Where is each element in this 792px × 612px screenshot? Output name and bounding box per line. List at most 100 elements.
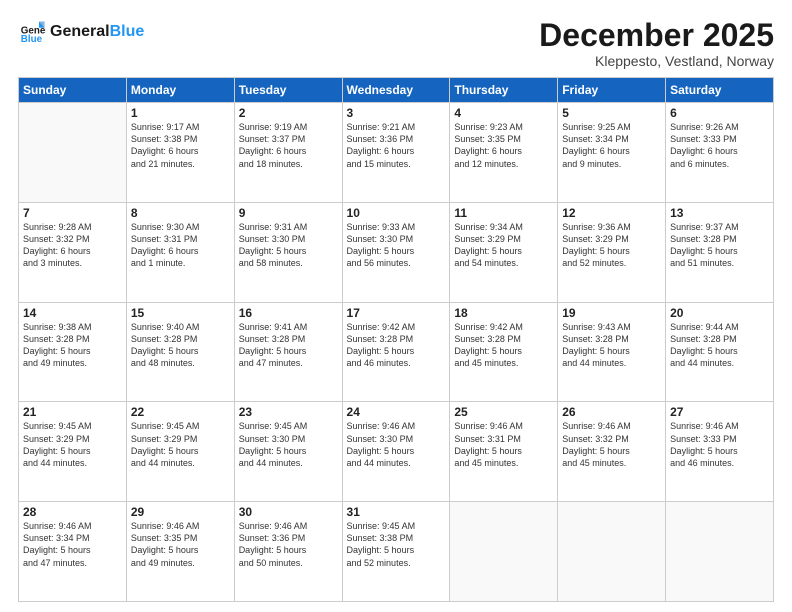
day-number: 3: [347, 106, 446, 120]
day-number: 6: [670, 106, 769, 120]
day-info: Sunrise: 9:45 AM Sunset: 3:29 PM Dayligh…: [23, 420, 122, 469]
day-cell: 4Sunrise: 9:23 AM Sunset: 3:35 PM Daylig…: [450, 103, 558, 203]
page: General Blue GeneralBlue December 2025 K…: [0, 0, 792, 612]
logo: General Blue GeneralBlue: [18, 18, 144, 46]
day-cell: [19, 103, 127, 203]
day-cell: 28Sunrise: 9:46 AM Sunset: 3:34 PM Dayli…: [19, 502, 127, 602]
calendar-table: Sunday Monday Tuesday Wednesday Thursday…: [18, 77, 774, 602]
day-cell: 26Sunrise: 9:46 AM Sunset: 3:32 PM Dayli…: [558, 402, 666, 502]
day-number: 29: [131, 505, 230, 519]
col-sunday: Sunday: [19, 78, 127, 103]
day-info: Sunrise: 9:43 AM Sunset: 3:28 PM Dayligh…: [562, 321, 661, 370]
header-row: Sunday Monday Tuesday Wednesday Thursday…: [19, 78, 774, 103]
day-number: 5: [562, 106, 661, 120]
day-cell: [558, 502, 666, 602]
day-cell: [666, 502, 774, 602]
day-info: Sunrise: 9:31 AM Sunset: 3:30 PM Dayligh…: [239, 221, 338, 270]
day-info: Sunrise: 9:46 AM Sunset: 3:31 PM Dayligh…: [454, 420, 553, 469]
day-cell: 9Sunrise: 9:31 AM Sunset: 3:30 PM Daylig…: [234, 202, 342, 302]
logo-icon: General Blue: [18, 18, 46, 46]
day-cell: 29Sunrise: 9:46 AM Sunset: 3:35 PM Dayli…: [126, 502, 234, 602]
day-cell: 3Sunrise: 9:21 AM Sunset: 3:36 PM Daylig…: [342, 103, 450, 203]
svg-text:Blue: Blue: [21, 34, 43, 45]
day-number: 27: [670, 405, 769, 419]
calendar-body: 1Sunrise: 9:17 AM Sunset: 3:38 PM Daylig…: [19, 103, 774, 602]
day-info: Sunrise: 9:37 AM Sunset: 3:28 PM Dayligh…: [670, 221, 769, 270]
day-cell: 5Sunrise: 9:25 AM Sunset: 3:34 PM Daylig…: [558, 103, 666, 203]
day-number: 20: [670, 306, 769, 320]
day-info: Sunrise: 9:26 AM Sunset: 3:33 PM Dayligh…: [670, 121, 769, 170]
day-number: 15: [131, 306, 230, 320]
day-cell: 16Sunrise: 9:41 AM Sunset: 3:28 PM Dayli…: [234, 302, 342, 402]
col-tuesday: Tuesday: [234, 78, 342, 103]
day-cell: 12Sunrise: 9:36 AM Sunset: 3:29 PM Dayli…: [558, 202, 666, 302]
day-info: Sunrise: 9:46 AM Sunset: 3:32 PM Dayligh…: [562, 420, 661, 469]
header: General Blue GeneralBlue December 2025 K…: [18, 18, 774, 69]
day-cell: 21Sunrise: 9:45 AM Sunset: 3:29 PM Dayli…: [19, 402, 127, 502]
logo-text-block: GeneralBlue: [50, 23, 144, 41]
day-cell: 1Sunrise: 9:17 AM Sunset: 3:38 PM Daylig…: [126, 103, 234, 203]
day-info: Sunrise: 9:46 AM Sunset: 3:30 PM Dayligh…: [347, 420, 446, 469]
col-wednesday: Wednesday: [342, 78, 450, 103]
day-cell: 23Sunrise: 9:45 AM Sunset: 3:30 PM Dayli…: [234, 402, 342, 502]
week-row-4: 28Sunrise: 9:46 AM Sunset: 3:34 PM Dayli…: [19, 502, 774, 602]
day-number: 11: [454, 206, 553, 220]
day-number: 22: [131, 405, 230, 419]
title-block: December 2025 Kleppesto, Vestland, Norwa…: [539, 18, 774, 69]
week-row-0: 1Sunrise: 9:17 AM Sunset: 3:38 PM Daylig…: [19, 103, 774, 203]
day-info: Sunrise: 9:42 AM Sunset: 3:28 PM Dayligh…: [347, 321, 446, 370]
day-number: 25: [454, 405, 553, 419]
day-info: Sunrise: 9:44 AM Sunset: 3:28 PM Dayligh…: [670, 321, 769, 370]
day-cell: 22Sunrise: 9:45 AM Sunset: 3:29 PM Dayli…: [126, 402, 234, 502]
day-number: 1: [131, 106, 230, 120]
day-number: 14: [23, 306, 122, 320]
day-cell: 19Sunrise: 9:43 AM Sunset: 3:28 PM Dayli…: [558, 302, 666, 402]
day-info: Sunrise: 9:46 AM Sunset: 3:34 PM Dayligh…: [23, 520, 122, 569]
day-number: 2: [239, 106, 338, 120]
calendar-subtitle: Kleppesto, Vestland, Norway: [539, 53, 774, 69]
day-cell: 20Sunrise: 9:44 AM Sunset: 3:28 PM Dayli…: [666, 302, 774, 402]
day-info: Sunrise: 9:45 AM Sunset: 3:29 PM Dayligh…: [131, 420, 230, 469]
day-info: Sunrise: 9:28 AM Sunset: 3:32 PM Dayligh…: [23, 221, 122, 270]
day-cell: 25Sunrise: 9:46 AM Sunset: 3:31 PM Dayli…: [450, 402, 558, 502]
calendar-title: December 2025: [539, 18, 774, 53]
day-info: Sunrise: 9:42 AM Sunset: 3:28 PM Dayligh…: [454, 321, 553, 370]
logo-general: General: [50, 23, 110, 40]
day-info: Sunrise: 9:41 AM Sunset: 3:28 PM Dayligh…: [239, 321, 338, 370]
day-cell: 7Sunrise: 9:28 AM Sunset: 3:32 PM Daylig…: [19, 202, 127, 302]
day-number: 9: [239, 206, 338, 220]
day-cell: 14Sunrise: 9:38 AM Sunset: 3:28 PM Dayli…: [19, 302, 127, 402]
day-cell: 8Sunrise: 9:30 AM Sunset: 3:31 PM Daylig…: [126, 202, 234, 302]
day-number: 24: [347, 405, 446, 419]
day-number: 21: [23, 405, 122, 419]
day-number: 4: [454, 106, 553, 120]
day-info: Sunrise: 9:46 AM Sunset: 3:33 PM Dayligh…: [670, 420, 769, 469]
day-cell: 11Sunrise: 9:34 AM Sunset: 3:29 PM Dayli…: [450, 202, 558, 302]
day-number: 31: [347, 505, 446, 519]
day-number: 17: [347, 306, 446, 320]
day-number: 18: [454, 306, 553, 320]
day-info: Sunrise: 9:34 AM Sunset: 3:29 PM Dayligh…: [454, 221, 553, 270]
day-number: 16: [239, 306, 338, 320]
day-info: Sunrise: 9:30 AM Sunset: 3:31 PM Dayligh…: [131, 221, 230, 270]
col-saturday: Saturday: [666, 78, 774, 103]
week-row-3: 21Sunrise: 9:45 AM Sunset: 3:29 PM Dayli…: [19, 402, 774, 502]
day-cell: [450, 502, 558, 602]
col-thursday: Thursday: [450, 78, 558, 103]
day-number: 7: [23, 206, 122, 220]
day-cell: 13Sunrise: 9:37 AM Sunset: 3:28 PM Dayli…: [666, 202, 774, 302]
day-cell: 2Sunrise: 9:19 AM Sunset: 3:37 PM Daylig…: [234, 103, 342, 203]
day-info: Sunrise: 9:33 AM Sunset: 3:30 PM Dayligh…: [347, 221, 446, 270]
day-info: Sunrise: 9:38 AM Sunset: 3:28 PM Dayligh…: [23, 321, 122, 370]
day-cell: 17Sunrise: 9:42 AM Sunset: 3:28 PM Dayli…: [342, 302, 450, 402]
day-info: Sunrise: 9:45 AM Sunset: 3:30 PM Dayligh…: [239, 420, 338, 469]
day-number: 8: [131, 206, 230, 220]
day-cell: 24Sunrise: 9:46 AM Sunset: 3:30 PM Dayli…: [342, 402, 450, 502]
day-number: 13: [670, 206, 769, 220]
day-cell: 10Sunrise: 9:33 AM Sunset: 3:30 PM Dayli…: [342, 202, 450, 302]
col-friday: Friday: [558, 78, 666, 103]
day-info: Sunrise: 9:40 AM Sunset: 3:28 PM Dayligh…: [131, 321, 230, 370]
week-row-1: 7Sunrise: 9:28 AM Sunset: 3:32 PM Daylig…: [19, 202, 774, 302]
week-row-2: 14Sunrise: 9:38 AM Sunset: 3:28 PM Dayli…: [19, 302, 774, 402]
day-cell: 6Sunrise: 9:26 AM Sunset: 3:33 PM Daylig…: [666, 103, 774, 203]
